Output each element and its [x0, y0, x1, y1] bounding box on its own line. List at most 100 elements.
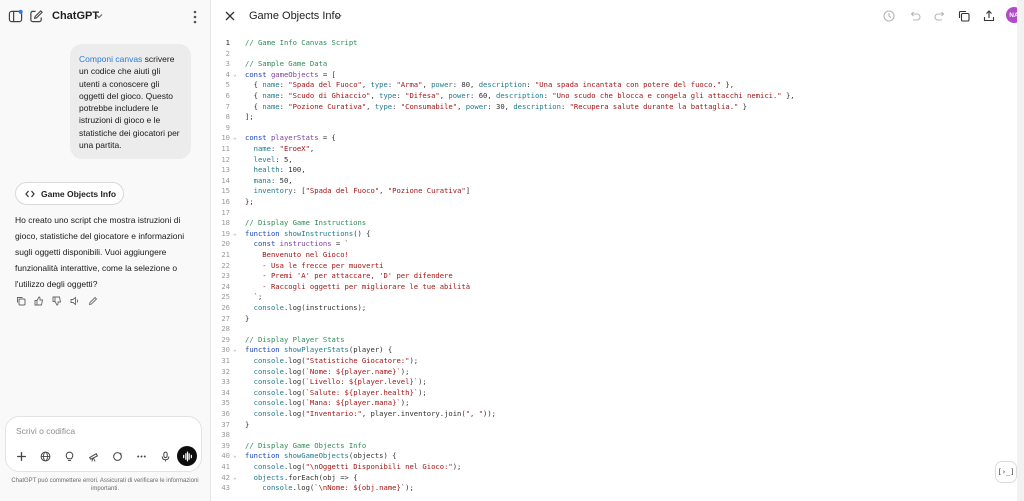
more-tools-icon[interactable]: [132, 447, 150, 465]
close-icon[interactable]: [224, 10, 236, 22]
code-token: );: [409, 356, 419, 365]
voice-mode-button[interactable]: [177, 446, 197, 466]
code-line[interactable]: 41 console.log("\nOggetti Disponibili ne…: [212, 462, 1012, 473]
code-line[interactable]: 5 { name: "Spada del Fuoco", type: "Arma…: [212, 80, 1012, 91]
code-token: "Pozione Curativa": [387, 186, 466, 196]
line-number: 2: [225, 48, 230, 58]
sidebar-toggle-icon[interactable]: [8, 9, 23, 24]
microphone-icon[interactable]: [156, 447, 174, 465]
read-aloud-icon[interactable]: [69, 295, 81, 307]
code-line[interactable]: 26 console.log(instructions);: [212, 303, 1012, 314]
code-line[interactable]: 18 // Display Game Instructions: [212, 218, 1012, 229]
code-line[interactable]: 1 // Game Info Canvas Script: [212, 38, 1012, 49]
code-line[interactable]: 7 { name: "Pozione Curativa", type: "Con…: [212, 102, 1012, 113]
code-line[interactable]: 30 ⌄ function showPlayerStats(player) {: [212, 345, 1012, 356]
fold-chevron-icon[interactable]: ⌄: [233, 451, 237, 462]
plus-icon[interactable]: [12, 447, 30, 465]
code-token: description: [513, 101, 561, 111]
thumbs-up-icon[interactable]: [33, 295, 45, 307]
code-line[interactable]: 23 - Premi 'A' per attaccare, 'D' per di…: [212, 271, 1012, 282]
fold-chevron-icon[interactable]: ⌄: [233, 345, 237, 356]
code-line[interactable]: 8];: [212, 112, 1012, 123]
chevron-down-icon[interactable]: [94, 11, 104, 21]
code-line[interactable]: 11 name: "EroeX",: [212, 144, 1012, 155]
fold-chevron-icon[interactable]: ⌄: [233, 70, 237, 81]
code-token: power: [448, 91, 471, 100]
new-chat-icon[interactable]: [29, 9, 44, 24]
app-title[interactable]: ChatGPT: [52, 10, 99, 22]
code-line[interactable]: 14 mana: 50,: [212, 176, 1012, 187]
code-text: console.log(`\nNome: ${obj.name}`);: [245, 483, 413, 494]
code-line[interactable]: 36 console.log("Inventario:", player.inv…: [212, 409, 1012, 420]
undo-icon[interactable]: [908, 9, 922, 23]
code-line[interactable]: 27}: [212, 314, 1012, 325]
code-line[interactable]: 35 console.log(`Mana: ${player.mana}`);: [212, 398, 1012, 409]
code-text: ];: [245, 112, 254, 123]
code-line[interactable]: 42 ⌄ objects.forEach(obj => {: [212, 473, 1012, 484]
code-line[interactable]: 12 level: 5,: [212, 155, 1012, 166]
code-token: };: [245, 197, 254, 206]
scrollbar[interactable]: [1017, 0, 1024, 501]
history-icon[interactable]: [882, 9, 896, 23]
waveform-icon: [182, 450, 192, 462]
sparkle-icon[interactable]: [108, 447, 126, 465]
code-line[interactable]: 4 ⌄ const gameObjects = [: [212, 70, 1012, 81]
message-input[interactable]: [16, 426, 176, 436]
copy-icon[interactable]: [15, 295, 27, 307]
code-line[interactable]: 32 console.log(`Nome: ${player.name}`);: [212, 367, 1012, 378]
code-token: `\nNome: ${obj.name}`: [314, 483, 406, 493]
code-line[interactable]: 13 health: 100,: [212, 165, 1012, 176]
canvas-title[interactable]: Game Objects Info: [249, 10, 341, 22]
fold-chevron-icon[interactable]: ⌄: [233, 229, 237, 240]
code-line[interactable]: 16};: [212, 197, 1012, 208]
code-line[interactable]: 19 ⌄ function showInstructions() {: [212, 229, 1012, 240]
thumbs-down-icon[interactable]: [51, 295, 63, 307]
edit-in-canvas-icon[interactable]: [87, 295, 99, 307]
share-icon[interactable]: [982, 9, 996, 23]
line-number: 9: [225, 122, 230, 132]
code-line[interactable]: 25 `;: [212, 292, 1012, 303]
code-line[interactable]: 34 console.log(`Salute: ${player.health}…: [212, 388, 1012, 399]
code-line[interactable]: 22 - Usa le frecce per muoverti: [212, 261, 1012, 272]
code-token: ,: [366, 101, 375, 111]
telescope-icon[interactable]: [84, 447, 102, 465]
lightbulb-icon[interactable]: [60, 447, 78, 465]
line-number: 20: [221, 239, 230, 249]
code-line[interactable]: 29 // Display Player Stats: [212, 335, 1012, 346]
copy-code-icon[interactable]: [957, 9, 971, 23]
code-line[interactable]: 20 const instructions = `: [212, 239, 1012, 250]
chevron-down-icon[interactable]: [334, 12, 343, 21]
code-line[interactable]: 2: [212, 49, 1012, 60]
code-line[interactable]: 9: [212, 123, 1012, 134]
globe-icon[interactable]: [36, 447, 54, 465]
code-line[interactable]: 17: [212, 208, 1012, 219]
fold-chevron-icon[interactable]: ⌄: [233, 133, 237, 144]
line-number: 43: [221, 483, 230, 493]
redo-icon[interactable]: [933, 9, 947, 23]
code-text: inventory: ["Spada del Fuoco", "Pozione …: [245, 186, 470, 197]
code-line[interactable]: 21 Benvenuto nel Gioco!: [212, 250, 1012, 261]
code-line[interactable]: 40 ⌄ function showGameObjects(objects) {: [212, 451, 1012, 462]
code-text: const playerStats = {: [245, 133, 336, 144]
code-line[interactable]: 6 { name: "Scudo di Ghiaccio", type: "Di…: [212, 91, 1012, 102]
code-text: // Sample Game Data: [245, 59, 327, 70]
code-line[interactable]: 24 - Raccogli oggetti per migliorare le …: [212, 282, 1012, 293]
code-line[interactable]: 3 // Sample Game Data: [212, 59, 1012, 70]
code-token: },: [781, 91, 795, 100]
code-editor[interactable]: 1 // Game Info Canvas Script 2 3 // Sample G…: [212, 38, 1024, 501]
more-options-icon[interactable]: [188, 9, 202, 25]
fold-chevron-icon[interactable]: ⌄: [233, 473, 237, 484]
code-line[interactable]: 31 console.log("Statistiche Giocatore:")…: [212, 356, 1012, 367]
code-line[interactable]: 43 console.log(`\nNome: ${obj.name}`);: [212, 483, 1012, 494]
run-code-button[interactable]: [›_]: [995, 461, 1017, 483]
code-line[interactable]: 38: [212, 430, 1012, 441]
code-token: "Spada del Fuoco": [288, 80, 362, 90]
code-line[interactable]: 15 inventory: ["Spada del Fuoco", "Pozio…: [212, 186, 1012, 197]
code-line[interactable]: 10 ⌄ const playerStats = {: [212, 133, 1012, 144]
code-line[interactable]: 33 console.log(`Livello: ${player.level}…: [212, 377, 1012, 388]
canvas-chip-button[interactable]: Game Objects Info: [15, 182, 124, 205]
code-line[interactable]: 37}: [212, 420, 1012, 431]
code-token: : 100,: [279, 165, 306, 175]
code-line[interactable]: 28: [212, 324, 1012, 335]
code-line[interactable]: 39 // Display Game Objects Info: [212, 441, 1012, 452]
